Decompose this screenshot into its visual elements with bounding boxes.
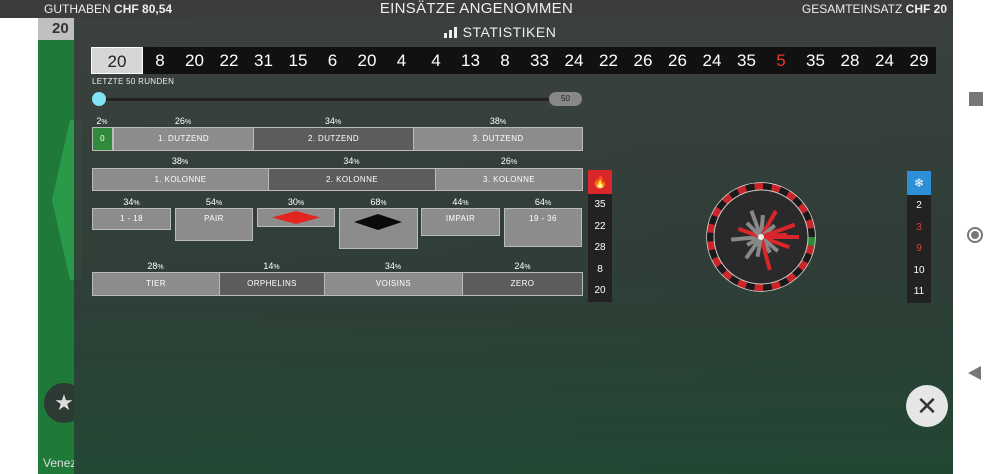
recent-number: 24 bbox=[564, 51, 584, 70]
hot-number: 35 bbox=[594, 199, 606, 210]
recent-number: 5 bbox=[776, 51, 786, 70]
venue-text: Venez bbox=[43, 456, 77, 470]
pct-zero-sector: 24% bbox=[514, 261, 531, 271]
hot-number: 28 bbox=[594, 242, 606, 253]
red-diamond-icon bbox=[272, 211, 320, 224]
recent-number: 20 bbox=[185, 51, 204, 70]
rounds-slider-handle[interactable] bbox=[92, 92, 106, 106]
wheel-frequency-bar bbox=[760, 232, 788, 239]
recent-number-latest: 20 bbox=[91, 47, 143, 74]
recent-number: 24 bbox=[875, 51, 894, 70]
total-bet-value: CHF 20 bbox=[905, 2, 947, 16]
recent-number: 26 bbox=[668, 51, 687, 70]
pct-black: 68% bbox=[370, 197, 387, 207]
snowflake-icon: ❄ bbox=[907, 171, 931, 195]
pct-red: 30% bbox=[287, 197, 305, 207]
recent-number: 13 bbox=[461, 51, 480, 70]
odd-cell: IMPAIR bbox=[421, 208, 500, 236]
pct-high: 64% bbox=[534, 197, 552, 207]
dozen-2-cell: 2. DUTZEND bbox=[253, 127, 414, 151]
cold-number: 11 bbox=[913, 286, 925, 297]
pct-tier: 28% bbox=[147, 261, 164, 271]
recent-number: 4 bbox=[396, 51, 407, 70]
wheel-pocket bbox=[754, 183, 764, 191]
orphelins-cell: ORPHELINS bbox=[219, 272, 325, 296]
recent-number: 4 bbox=[431, 51, 441, 70]
close-icon[interactable]: ✕ bbox=[906, 385, 948, 427]
pct-orphelins: 14% bbox=[263, 261, 280, 271]
recent-numbers-bar: 20 8 20 22 31 15 6 20 4 4 13 8 33 24 22 26 26 24 35 5 35 28 24… bbox=[91, 47, 936, 74]
black-diamond-icon bbox=[354, 214, 402, 230]
fire-icon: 🔥 bbox=[588, 170, 612, 194]
recent-number: 22 bbox=[599, 51, 618, 70]
cold-numbers-column: ❄ 2 3 9 10 11 bbox=[907, 171, 931, 303]
zero-sector-cell: ZERO bbox=[462, 272, 583, 296]
total-bet: GESAMTEINSATZ CHF 20 bbox=[802, 0, 947, 18]
hot-numbers-column: 🔥 35 22 28 8 20 bbox=[588, 170, 612, 302]
recent-number: 35 bbox=[737, 51, 756, 70]
recent-number: 24 bbox=[702, 51, 722, 70]
recent-number: 28 bbox=[840, 51, 860, 70]
cold-number: 10 bbox=[913, 264, 925, 276]
dozen-1-cell: 1. DUTZEND bbox=[113, 127, 254, 151]
dozen-3-cell: 3. DUTZEND bbox=[413, 127, 583, 151]
pct-column-2: 34% bbox=[343, 156, 360, 166]
recent-number: 8 bbox=[500, 51, 510, 70]
high-cell: 19 - 36 bbox=[504, 208, 582, 247]
status-bar: GUTHABEN CHF 80,54 EINSÄTZE ANGENOMMEN G… bbox=[0, 0, 953, 18]
statistics-title: STATISTIKEN bbox=[0, 24, 1000, 41]
recent-number: 6 bbox=[327, 51, 338, 70]
cold-number: 3 bbox=[916, 221, 922, 233]
column-3-cell: 3. KOLONNE bbox=[435, 168, 583, 191]
wheel-pocket bbox=[754, 283, 764, 291]
bar-chart-icon bbox=[443, 25, 457, 41]
recent-apps-icon[interactable] bbox=[969, 92, 983, 106]
wheel-pocket bbox=[707, 232, 715, 242]
recent-number: 8 bbox=[155, 51, 165, 70]
statistics-title-text: STATISTIKEN bbox=[462, 24, 557, 40]
pct-low: 34% bbox=[123, 197, 140, 207]
black-cell bbox=[339, 208, 418, 249]
cold-number: 9 bbox=[916, 243, 922, 254]
back-icon[interactable] bbox=[968, 366, 981, 380]
pct-dozen-2: 34% bbox=[324, 116, 342, 126]
recent-number: 15 bbox=[288, 51, 308, 70]
recent-number: 31 bbox=[254, 51, 273, 70]
recent-number: 26 bbox=[633, 51, 653, 70]
pct-column-1: 38% bbox=[171, 156, 189, 166]
hot-number: 20 bbox=[594, 285, 606, 296]
roulette-wheel-chart bbox=[706, 182, 816, 292]
recent-number: 29 bbox=[909, 51, 929, 70]
home-icon[interactable] bbox=[967, 227, 983, 243]
pct-dozen-1: 26% bbox=[174, 116, 192, 126]
pct-column-3: 26% bbox=[500, 156, 518, 166]
rounds-label: LETZTE 50 RUNDEN bbox=[92, 77, 175, 86]
pct-zero: 2% bbox=[96, 116, 108, 126]
hot-number: 8 bbox=[597, 263, 603, 275]
rounds-slider-value: 50 bbox=[549, 92, 582, 106]
rounds-slider-track[interactable] bbox=[99, 98, 564, 101]
column-2-cell: 2. KOLONNE bbox=[268, 168, 436, 191]
pct-odd: 44% bbox=[452, 197, 469, 207]
recent-number: 22 bbox=[219, 51, 239, 70]
recent-number: 35 bbox=[806, 51, 825, 70]
recent-number: 20 bbox=[357, 51, 377, 70]
zero-cell: 0 bbox=[92, 127, 113, 151]
even-cell: PAIR bbox=[175, 208, 253, 241]
red-cell bbox=[257, 208, 335, 227]
pct-dozen-3: 38% bbox=[489, 116, 507, 126]
pct-even: 54% bbox=[205, 197, 223, 207]
column-1-cell: 1. KOLONNE bbox=[92, 168, 269, 191]
recent-number: 33 bbox=[530, 51, 549, 70]
low-cell: 1 - 18 bbox=[92, 208, 171, 230]
pct-voisins: 34% bbox=[384, 261, 402, 271]
tier-cell: TIER bbox=[92, 272, 220, 296]
cold-number: 2 bbox=[916, 200, 922, 211]
total-bet-label: GESAMTEINSATZ bbox=[801, 2, 903, 16]
hot-number: 22 bbox=[594, 220, 606, 232]
voisins-cell: VOISINS bbox=[324, 272, 463, 296]
